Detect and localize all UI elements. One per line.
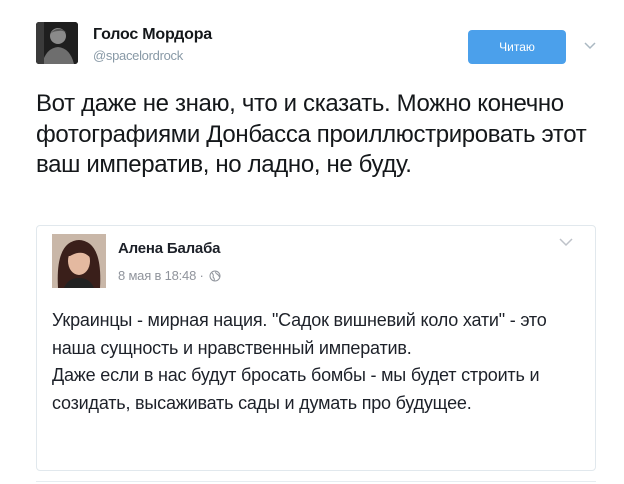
author-handle[interactable]: @spacelordrock	[93, 48, 183, 63]
embedded-author-name[interactable]: Алена Балаба	[118, 240, 220, 257]
avatar-photo-icon	[52, 234, 106, 288]
post-date[interactable]: 8 мая в 18:48	[118, 268, 196, 283]
chevron-down-icon[interactable]	[558, 235, 574, 249]
embedded-post-meta: 8 мая в 18:48 ·	[118, 268, 221, 283]
embedded-post-text: Украинцы - мирная нация. "Садок вишневий…	[52, 310, 547, 413]
author-name[interactable]: Голос Мордора	[93, 26, 212, 44]
divider	[36, 481, 596, 482]
globe-icon	[209, 270, 221, 282]
chevron-down-icon[interactable]	[582, 37, 598, 53]
tweet-header: Голос Мордора @spacelordrock Читаю	[36, 22, 596, 66]
avatar-photo-icon	[36, 22, 78, 64]
embedded-author-avatar[interactable]	[52, 234, 106, 288]
follow-button[interactable]: Читаю	[468, 30, 566, 64]
embedded-post-card[interactable]: Алена Балаба 8 мая в 18:48 · Украинцы - …	[36, 225, 596, 471]
tweet-text: Вот даже не знаю, что и сказать. Можно к…	[36, 90, 587, 178]
meta-separator: ·	[199, 268, 204, 283]
author-avatar[interactable]	[36, 22, 78, 64]
